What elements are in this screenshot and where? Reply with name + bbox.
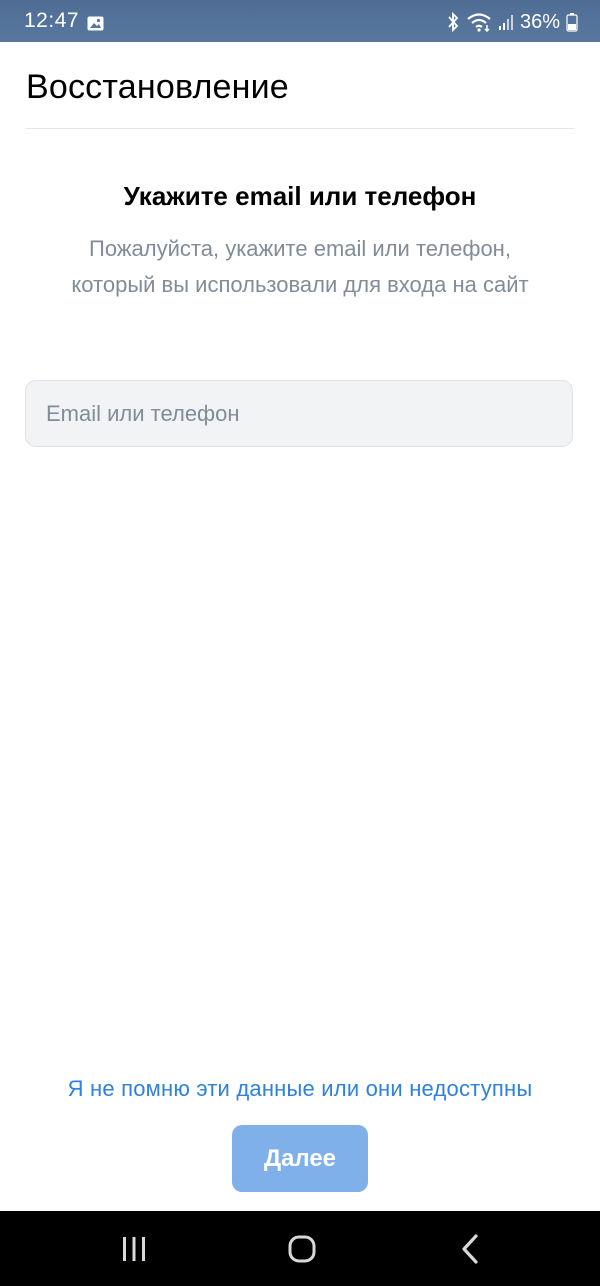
status-icons: 36% xyxy=(446,9,578,35)
battery-percent: 36% xyxy=(519,10,560,33)
wifi-icon xyxy=(467,13,491,32)
page-title: Восстановление xyxy=(26,68,289,106)
status-bar: 12:47 36% xyxy=(0,0,600,42)
system-nav-bar xyxy=(0,1211,600,1286)
form-subtitle: Пожалуйста, укажите email или телефон, к… xyxy=(71,236,529,297)
email-or-phone-field[interactable] xyxy=(25,380,573,447)
recent-apps-icon[interactable] xyxy=(114,1229,154,1269)
status-time: 12:47 xyxy=(24,9,80,32)
app-header: Восстановление xyxy=(26,62,574,129)
home-icon[interactable] xyxy=(282,1229,322,1269)
next-button[interactable]: Далее xyxy=(232,1125,368,1192)
back-icon[interactable] xyxy=(450,1229,490,1269)
bluetooth-icon xyxy=(448,12,459,32)
form-heading: Укажите email или телефон xyxy=(123,181,477,211)
cannot-remember-link[interactable]: Я не помню эти данные или они недоступны xyxy=(0,1076,600,1102)
gallery-icon xyxy=(87,16,104,31)
battery-icon xyxy=(566,13,578,32)
email-or-phone-input[interactable] xyxy=(44,399,572,428)
signal-icon xyxy=(498,15,513,30)
